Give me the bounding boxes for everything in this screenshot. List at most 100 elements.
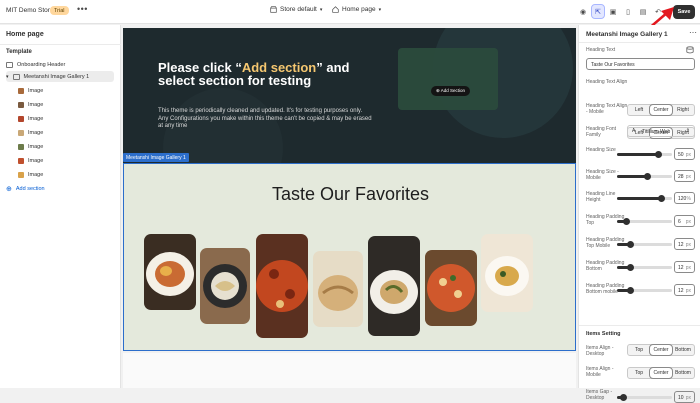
items-top-option[interactable]: Top: [628, 345, 650, 355]
slider-value: 120: [678, 196, 687, 202]
sidebar-item-image[interactable]: Image: [6, 85, 114, 96]
more-menu-button[interactable]: •••: [77, 4, 88, 14]
slider-handle[interactable]: [643, 173, 651, 180]
slider-value: 28: [678, 174, 684, 180]
food-photo-icon: [368, 236, 420, 336]
gallery-image[interactable]: [200, 248, 250, 324]
slider-fill: [617, 153, 659, 156]
align-left-option[interactable]: Left: [628, 105, 650, 115]
sidebar-item-label: Meetanshi Image Gallery 1: [23, 73, 90, 80]
chevron-updown-icon: ⇕: [685, 128, 690, 134]
slider-value: 6: [678, 219, 681, 225]
slider-value: 12: [678, 265, 684, 271]
setting-slider[interactable]: [617, 264, 672, 271]
add-section-label: Add section: [15, 185, 45, 192]
sidebar-item-label: Image: [28, 171, 44, 178]
slider-value-input[interactable]: 50 px: [674, 148, 695, 160]
sidebar-item-label: Image: [28, 129, 44, 136]
gallery-image[interactable]: [256, 234, 308, 338]
slider-handle[interactable]: [627, 241, 635, 248]
setting-slider[interactable]: [617, 287, 672, 294]
items-bottom-option[interactable]: Bottom: [672, 345, 694, 355]
heading-text-input[interactable]: Taste Our Favorites: [586, 58, 695, 70]
store-icon: [270, 6, 277, 13]
setting-slider[interactable]: [617, 195, 672, 202]
section-icon: [12, 73, 20, 80]
slider-handle[interactable]: [657, 195, 665, 202]
items-align-mobile-toggle[interactable]: Top Center Bottom: [627, 367, 695, 379]
setting-slider[interactable]: [617, 241, 672, 248]
page-selector[interactable]: Home page ▾: [332, 6, 381, 13]
sidebar-item-image[interactable]: Image: [6, 99, 114, 110]
theme-settings-icon[interactable]: ◉: [577, 5, 589, 18]
items-gap-slider[interactable]: [617, 394, 672, 401]
hero-illustration: [398, 48, 498, 110]
slider-value-input[interactable]: 12 px: [674, 284, 695, 296]
sidebar-item-onboarding-header[interactable]: Onboarding Header: [6, 59, 114, 70]
gallery-image[interactable]: [425, 250, 477, 326]
gallery-image[interactable]: [481, 234, 533, 312]
chevron-down-icon[interactable]: ▾: [6, 74, 9, 80]
items-bottom-option[interactable]: Bottom: [672, 368, 694, 378]
setting-slider[interactable]: [617, 218, 672, 225]
slider-unit: px: [685, 152, 691, 158]
home-icon: [332, 6, 339, 13]
sidebar-item-image[interactable]: Image: [6, 155, 114, 166]
onboarding-header-section[interactable]: Please click “Add section” and select se…: [123, 28, 576, 163]
slider-handle[interactable]: [654, 151, 662, 158]
setting-slider[interactable]: [617, 173, 672, 180]
sidebar-item-image[interactable]: Image: [6, 127, 114, 138]
sidebar-item-image[interactable]: Image: [6, 141, 114, 152]
slider-value-input[interactable]: 12 px: [674, 238, 695, 250]
slider-value-input[interactable]: 12 px: [674, 261, 695, 273]
image-thumbnail-icon: [18, 129, 24, 136]
items-align-desktop-toggle[interactable]: Top Center Bottom: [627, 344, 695, 356]
heading-align-toggle[interactable]: Left Center Right: [627, 104, 695, 116]
inspector-icon[interactable]: ⇱: [591, 4, 605, 19]
next-section-preview: [123, 353, 576, 388]
items-center-option[interactable]: Center: [649, 367, 673, 379]
panel-more-button[interactable]: ⋯: [689, 28, 697, 37]
add-section-button[interactable]: ⊕ Add section: [6, 183, 114, 194]
slider-handle[interactable]: [627, 287, 635, 294]
top-bar: MIT Demo Store Trial ••• Store default ▾…: [0, 0, 700, 24]
items-center-option[interactable]: Center: [649, 344, 673, 356]
template-heading: Template: [6, 49, 32, 55]
sidebar-item-image[interactable]: Image: [6, 169, 114, 180]
food-photo-icon: [481, 234, 533, 312]
theme-selector[interactable]: Store default ▾: [270, 6, 322, 13]
slider-value-input[interactable]: 120%: [674, 192, 695, 204]
gallery-image[interactable]: [368, 236, 420, 336]
image-gallery-section[interactable]: Taste Our Favorites: [123, 163, 576, 351]
heading-font-select[interactable]: A Titillium Web ⇕: [627, 125, 695, 137]
slider-value-input[interactable]: 28 px: [674, 170, 695, 182]
gallery-image[interactable]: [144, 234, 196, 310]
page-label: Home page: [342, 6, 376, 13]
align-center-option[interactable]: Center: [649, 104, 673, 116]
slider-value: 50: [678, 152, 684, 158]
setting-slider[interactable]: [617, 151, 672, 158]
store-name[interactable]: MIT Demo Store: [6, 7, 54, 14]
food-photo-icon: [256, 234, 308, 338]
items-gap-input[interactable]: 10 px: [674, 391, 695, 403]
sidebar-item-image-gallery[interactable]: ▾ Meetanshi Image Gallery 1: [6, 71, 114, 82]
items-setting-heading: Items Setting: [586, 331, 621, 337]
database-icon[interactable]: [686, 46, 694, 54]
sidebar-item-image[interactable]: Image: [6, 113, 114, 124]
slider-value-input[interactable]: 6 px: [674, 215, 695, 227]
align-right-option[interactable]: Right: [672, 105, 694, 115]
slider-handle[interactable]: [623, 218, 631, 225]
font-icon: A: [632, 128, 636, 134]
food-photo-icon: [425, 250, 477, 326]
desktop-view-icon[interactable]: ▣: [607, 5, 619, 18]
slider-fill: [617, 197, 661, 200]
sidebar-item-label: Image: [28, 157, 44, 164]
slider-handle[interactable]: [627, 264, 635, 271]
slider-unit: px: [685, 288, 691, 294]
sections-sidebar: Home page Template Onboarding Header ▾ M…: [0, 25, 121, 388]
gallery-image[interactable]: [313, 251, 363, 327]
gallery-heading: Taste Our Favorites: [271, 184, 430, 204]
items-top-option[interactable]: Top: [628, 368, 650, 378]
food-photo-icon: [313, 251, 363, 327]
settings-panel: Meetanshi Image Gallery 1 ⋯ Heading Text…: [578, 25, 700, 403]
